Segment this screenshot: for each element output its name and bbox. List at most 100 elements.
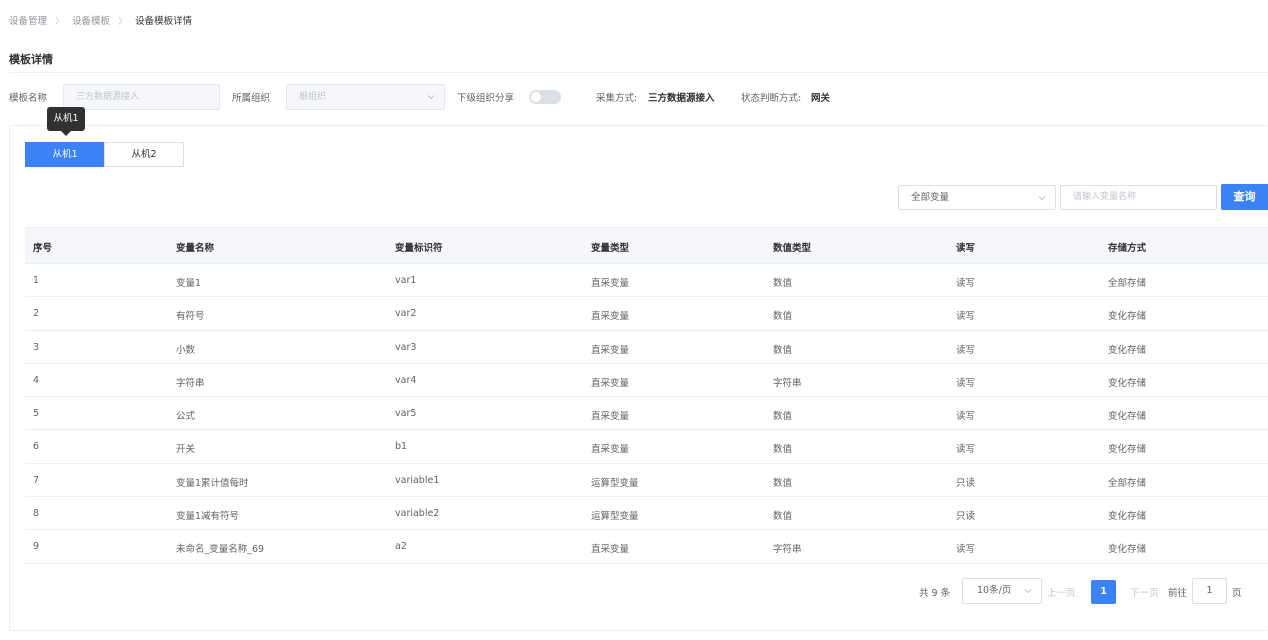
cell-storage: 变化存储	[1108, 544, 1147, 556]
divider	[9, 72, 1268, 73]
table-header: 序号 变量名称 变量标识符 变量类型 数值类型 读写 存储方式	[25, 227, 1268, 264]
table-row: 3 小数 var3 直采变量 数值 读写 变化存储	[25, 331, 1268, 364]
chevron-down-icon	[427, 95, 435, 100]
query-button[interactable]: 查询	[1221, 184, 1268, 210]
cell-index: 9	[33, 541, 40, 553]
cell-storage: 变化存储	[1108, 311, 1147, 323]
cell-value-type: 字符串	[773, 377, 802, 389]
next-page-button[interactable]: 下一页	[1130, 585, 1159, 599]
column-header-value-type: 数值类型	[773, 243, 812, 254]
cell-variable-type: 直采变量	[591, 411, 630, 423]
table-body: 1 变量1 var1 直采变量 数值 读写 全部存储 2 有符号 var2 直采变量 数值 读写 变化存储…	[25, 264, 1268, 564]
cell-value-type: 数值	[773, 511, 793, 523]
cell-identifier: variable2	[395, 508, 440, 520]
template-info-row: 模板名称 三方数据源接入 所属组织 根组织 下级组织分享 采集方式: 三方数据源…	[0, 84, 1268, 110]
cell-name: 开关	[176, 444, 196, 456]
tab-slave-1[interactable]: 从机1	[25, 142, 105, 167]
collect-label: 采集方式:	[596, 93, 638, 104]
cell-identifier: var4	[395, 374, 417, 386]
cell-identifier: var3	[395, 341, 417, 353]
cell-name: 有符号	[176, 311, 205, 323]
cell-index: 1	[33, 275, 40, 286]
pagination-total: 共 9 条	[919, 588, 951, 599]
table-row: 9 未命名_变量名称_69 a2 直采变量 字符串 读写 变化存储	[25, 530, 1268, 564]
table-row: 4 字符串 var4 直采变量 字符串 读写 变化存储	[25, 364, 1268, 398]
column-header-identifier: 变量标识符	[395, 243, 443, 254]
cell-rw: 读写	[956, 278, 976, 289]
cell-variable-type: 直采变量	[591, 544, 630, 556]
cell-value-type: 数值	[773, 311, 793, 323]
cell-index: 6	[33, 441, 40, 453]
tab-slave-2[interactable]: 从机2	[104, 142, 184, 167]
cell-index: 4	[33, 374, 40, 386]
cell-name: 变量1	[176, 278, 202, 289]
cell-index: 8	[33, 508, 40, 520]
cell-rw: 只读	[956, 477, 976, 489]
breadcrumb-separator-icon: 〉	[118, 16, 128, 27]
breadcrumb-device-management[interactable]: 设备管理	[9, 13, 47, 27]
cell-identifier: variable1	[395, 474, 440, 486]
cell-storage: 全部存储	[1108, 477, 1147, 489]
cell-variable-type: 直采变量	[591, 311, 630, 323]
toggle-knob	[531, 92, 541, 102]
table-row: 7 变量1累计值每时 variable1 运算型变量 数值 只读 全部存储	[25, 464, 1268, 498]
cell-rw: 只读	[956, 511, 976, 523]
breadcrumb-separator-icon: 〉	[55, 16, 65, 27]
goto-label: 前往	[1168, 588, 1188, 599]
slave-tabs: 从机1 从机2	[25, 142, 184, 167]
breadcrumb: 设备管理 〉 设备模板 〉 设备模板详情	[9, 13, 192, 27]
cell-variable-type: 运算型变量	[591, 477, 639, 489]
cell-name: 未命名_变量名称_69	[176, 544, 265, 556]
prev-page-button[interactable]: 上一页	[1047, 585, 1076, 599]
variable-filter-value: 全部变量	[911, 192, 950, 203]
cell-rw: 读写	[956, 377, 976, 389]
page-title: 模板详情	[9, 53, 53, 66]
cell-identifier: b1	[395, 441, 408, 453]
cell-storage: 变化存储	[1108, 344, 1147, 356]
cell-storage: 全部存储	[1108, 278, 1147, 289]
cell-value-type: 字符串	[773, 544, 802, 556]
cell-identifier: var2	[395, 308, 417, 320]
cell-variable-type: 直采变量	[591, 444, 630, 456]
page-size-select[interactable]: 10条/页	[962, 578, 1042, 604]
cell-name: 变量1累计值每时	[176, 477, 249, 489]
cell-index: 2	[33, 308, 40, 320]
cell-value-type: 数值	[773, 477, 793, 489]
cell-identifier: var1	[395, 275, 417, 286]
cell-identifier: var5	[395, 408, 417, 420]
cell-index: 7	[33, 474, 40, 486]
cell-rw: 读写	[956, 344, 976, 356]
cell-variable-type: 运算型变量	[591, 511, 639, 523]
cell-name: 变量1减有符号	[176, 511, 240, 523]
cell-storage: 变化存储	[1108, 511, 1147, 523]
column-header-name: 变量名称	[176, 243, 215, 254]
tab-tooltip: 从机1	[47, 107, 85, 131]
status-value: 网关	[811, 93, 831, 104]
cell-storage: 变化存储	[1108, 377, 1147, 389]
cell-storage: 变化存储	[1108, 444, 1147, 456]
cell-rw: 读写	[956, 411, 976, 423]
cell-index: 5	[33, 408, 40, 420]
cell-identifier: a2	[395, 541, 407, 553]
page-size-value: 10条/页	[977, 585, 1012, 596]
table-row: 8 变量1减有符号 variable2 运算型变量 数值 只读 变化存储	[25, 497, 1268, 531]
share-toggle[interactable]	[529, 90, 561, 104]
variable-name-input[interactable]: 请输入变量名称	[1060, 185, 1217, 210]
breadcrumb-template-detail: 设备模板详情	[135, 16, 193, 27]
cell-variable-type: 直采变量	[591, 377, 630, 389]
breadcrumb-device-template[interactable]: 设备模板	[72, 13, 110, 27]
template-name-label: 模板名称	[9, 93, 48, 104]
org-select-value: 根组织	[299, 92, 327, 102]
variable-table: 序号 变量名称 变量标识符 变量类型 数值类型 读写 存储方式 1 变量1 var1…	[25, 227, 1268, 564]
cell-index: 3	[33, 341, 40, 353]
variable-filter-select[interactable]: 全部变量	[898, 185, 1056, 210]
cell-storage: 变化存储	[1108, 411, 1147, 423]
column-header-variable-type: 变量类型	[591, 243, 630, 254]
cell-variable-type: 直采变量	[591, 344, 630, 356]
page-jump-input[interactable]: 1	[1192, 578, 1227, 604]
pagination: 共 9 条 10条/页 上一页 1 下一页 前往 1 页	[0, 578, 1268, 604]
cell-rw: 读写	[956, 444, 976, 456]
page-number-1[interactable]: 1	[1091, 580, 1116, 604]
cell-name: 公式	[176, 411, 196, 423]
cell-name: 字符串	[176, 377, 205, 389]
